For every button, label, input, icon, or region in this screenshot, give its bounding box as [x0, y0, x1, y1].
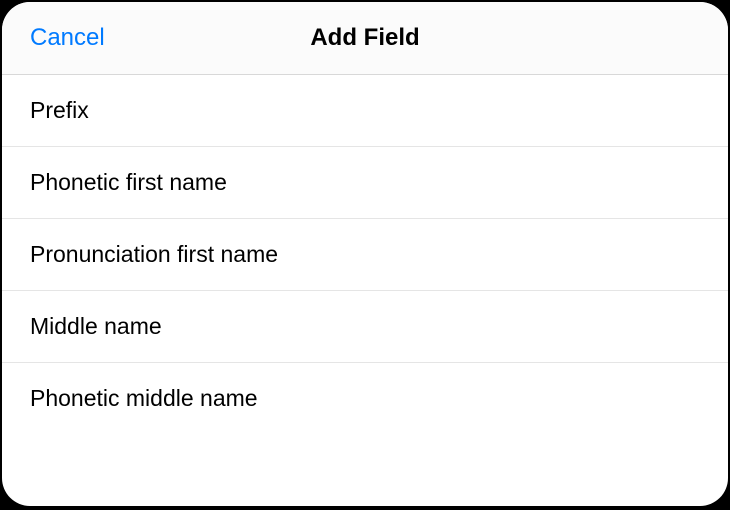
field-option-prefix[interactable]: Prefix	[2, 75, 728, 147]
field-label: Phonetic first name	[30, 169, 227, 195]
field-option-phonetic-first-name[interactable]: Phonetic first name	[2, 147, 728, 219]
header-bar: Cancel Add Field	[2, 2, 728, 75]
field-option-phonetic-middle-name[interactable]: Phonetic middle name	[2, 363, 728, 434]
field-list: Prefix Phonetic first name Pronunciation…	[2, 75, 728, 506]
cancel-button[interactable]: Cancel	[30, 24, 105, 52]
field-option-pronunciation-first-name[interactable]: Pronunciation first name	[2, 219, 728, 291]
add-field-screen: Cancel Add Field Prefix Phonetic first n…	[2, 2, 728, 506]
field-option-middle-name[interactable]: Middle name	[2, 291, 728, 363]
field-label: Prefix	[30, 97, 89, 123]
page-title: Add Field	[310, 24, 419, 52]
field-label: Phonetic middle name	[30, 385, 258, 411]
field-label: Pronunciation first name	[30, 241, 278, 267]
field-label: Middle name	[30, 313, 162, 339]
